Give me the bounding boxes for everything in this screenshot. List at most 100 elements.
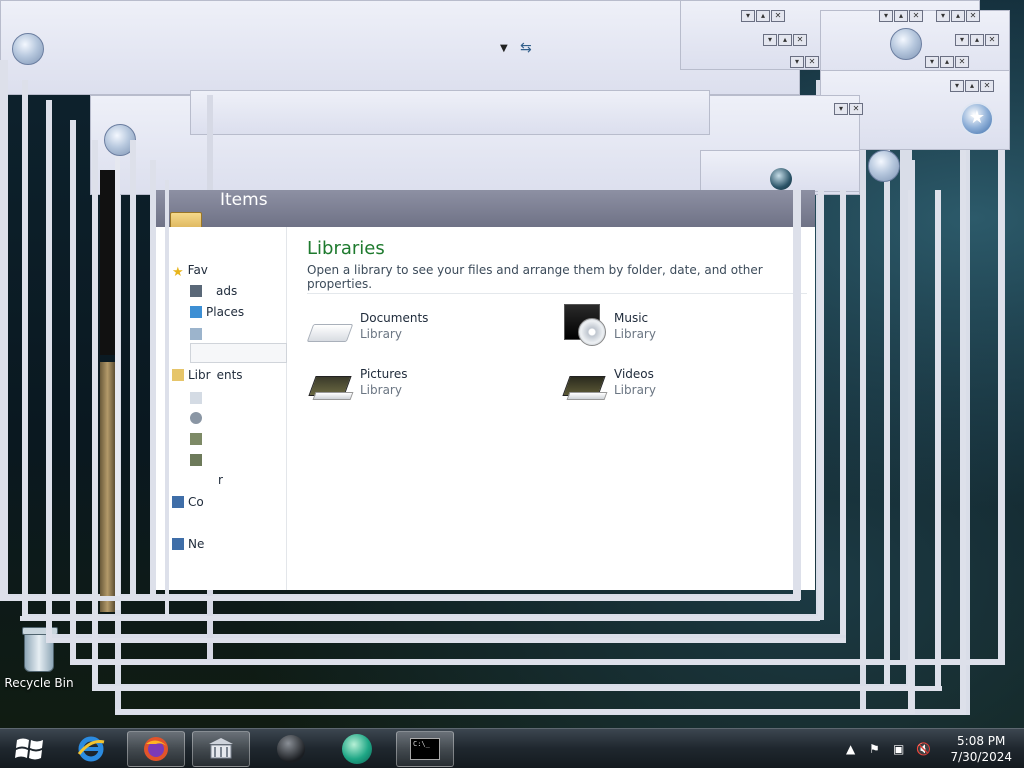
videos-library-icon <box>562 366 608 406</box>
minimize-icon: ▾ <box>741 10 755 22</box>
ghost-window-edge <box>884 190 890 685</box>
caption-buttons: ▾ ▴ ✕ <box>763 34 807 46</box>
nav-music[interactable] <box>190 411 206 425</box>
maximize-icon: ▴ <box>940 56 954 68</box>
minimize-icon: ▾ <box>790 56 804 68</box>
minimize-icon: ▾ <box>763 34 777 46</box>
nav-desktop[interactable] <box>190 327 206 341</box>
ghost-window-edge <box>70 660 1005 665</box>
windows-logo-icon <box>15 738 43 760</box>
maximize-icon: ▴ <box>951 10 965 22</box>
caption-buttons[interactable]: ▾ ▴ ✕ <box>950 80 994 92</box>
minimize-icon[interactable]: ▾ <box>950 80 964 92</box>
close-icon[interactable]: ✕ <box>980 80 994 92</box>
ghost-window-edge <box>70 120 76 665</box>
close-icon: ✕ <box>771 10 785 22</box>
ghost-window-edge <box>0 60 8 600</box>
taskbar-app-orb[interactable] <box>262 731 320 767</box>
ghost-window-edge <box>908 190 914 710</box>
library-videos[interactable]: Videos Library <box>562 366 656 406</box>
nav-recent-places[interactable]: Places <box>190 305 244 319</box>
nav-recent-places-label: Places <box>206 305 245 319</box>
library-type: Library <box>614 383 656 397</box>
music-library-icon <box>562 304 606 346</box>
libraries-icon <box>172 369 184 381</box>
library-music[interactable]: Music Library <box>562 304 656 346</box>
nav-downloads-label: ads <box>216 284 238 298</box>
command-prompt-icon: C:\_ <box>410 738 440 760</box>
library-name: Videos <box>614 367 654 381</box>
ghost-titlebar <box>190 90 710 135</box>
caption-buttons: ▾ ▴ ✕ <box>925 56 969 68</box>
nav-favorites[interactable]: ★ Fav <box>172 263 208 280</box>
ghost-window-edge <box>92 686 942 691</box>
nav-divider <box>190 343 287 363</box>
internet-explorer-icon <box>77 736 105 762</box>
library-pictures[interactable]: Pictures Library <box>308 366 408 406</box>
volume-muted-icon[interactable]: 🔇 <box>916 742 931 756</box>
clock-time: 5:08 PM <box>957 734 1006 748</box>
taskbar-file-explorer[interactable] <box>192 731 250 767</box>
minimize-icon: ▾ <box>925 56 939 68</box>
ghost-window-edge <box>22 80 28 620</box>
library-type: Library <box>360 383 402 397</box>
library-type: Library <box>360 327 402 341</box>
close-icon: ✕ <box>966 10 980 22</box>
nav-computer-label: Co <box>188 495 204 509</box>
libraries-title: Libraries <box>307 238 385 259</box>
documents-icon <box>190 392 202 404</box>
artifact-strip <box>100 362 115 612</box>
libraries-content: Libraries Open a library to see your fil… <box>307 238 807 291</box>
library-name: Pictures <box>360 367 408 381</box>
library-documents[interactable]: Documents Library <box>306 310 428 350</box>
close-icon: ✕ <box>955 56 969 68</box>
nav-libraries[interactable]: Libr ents <box>172 368 243 382</box>
maximize-icon[interactable]: ▴ <box>965 80 979 92</box>
ghost-window-edge <box>165 180 169 620</box>
nav-homegroup-label: r <box>218 473 223 487</box>
dark-orb-icon <box>277 735 305 763</box>
close-icon: ✕ <box>909 10 923 22</box>
artifact-strip <box>100 170 115 355</box>
music-icon <box>190 412 202 424</box>
ghost-window-edge <box>0 596 800 601</box>
firefox-icon <box>144 737 168 761</box>
ghost-window-edge <box>115 709 915 714</box>
caption-buttons: ▾ ▴ ✕ <box>741 10 785 22</box>
back-arrow-icon <box>890 28 922 60</box>
nav-pictures[interactable] <box>190 432 206 446</box>
libraries-description: Open a library to see your files and arr… <box>307 263 763 291</box>
nav-homegroup[interactable]: r <box>218 473 223 487</box>
nav-downloads[interactable]: ads <box>190 284 237 298</box>
action-center-flag-icon[interactable]: ⚑ <box>869 742 880 756</box>
back-arrow-icon <box>868 150 900 182</box>
maximize-icon: ▴ <box>756 10 770 22</box>
ghost-window-edge <box>840 190 846 635</box>
nav-computer[interactable]: Co <box>172 495 204 509</box>
nav-network[interactable]: Ne <box>172 537 204 551</box>
caption-buttons: ▾ ▴ ✕ <box>955 34 999 46</box>
library-type: Library <box>614 327 656 341</box>
ghost-orb-icon <box>770 168 792 190</box>
star-icon: ★ <box>172 265 184 280</box>
ghost-window-edge <box>960 150 966 715</box>
minimize-icon: ▾ <box>936 10 950 22</box>
taskbar-firefox[interactable] <box>127 731 185 767</box>
documents-library-icon <box>306 310 354 350</box>
downloads-icon <box>190 285 202 297</box>
taskbar-command-prompt[interactable]: C:\_ <box>396 731 454 767</box>
show-hidden-icons-arrow-icon[interactable]: ▲ <box>846 742 855 756</box>
taskbar-app-globe[interactable] <box>328 731 386 767</box>
taskbar-internet-explorer[interactable] <box>62 731 120 767</box>
start-button[interactable] <box>8 732 52 766</box>
maximize-icon: ▴ <box>778 34 792 46</box>
clock-date: 7/30/2024 <box>950 750 1012 764</box>
network-icon[interactable]: ▣ <box>893 742 904 756</box>
clock[interactable]: 5:08 PM 7/30/2024 <box>950 733 1012 765</box>
ghost-window-edge <box>793 190 801 600</box>
library-name: Music <box>614 311 649 325</box>
nav-videos[interactable] <box>190 453 206 467</box>
pictures-library-icon <box>308 366 354 406</box>
nav-documents[interactable] <box>190 391 206 405</box>
nav-libraries-tail: ents <box>216 368 243 382</box>
